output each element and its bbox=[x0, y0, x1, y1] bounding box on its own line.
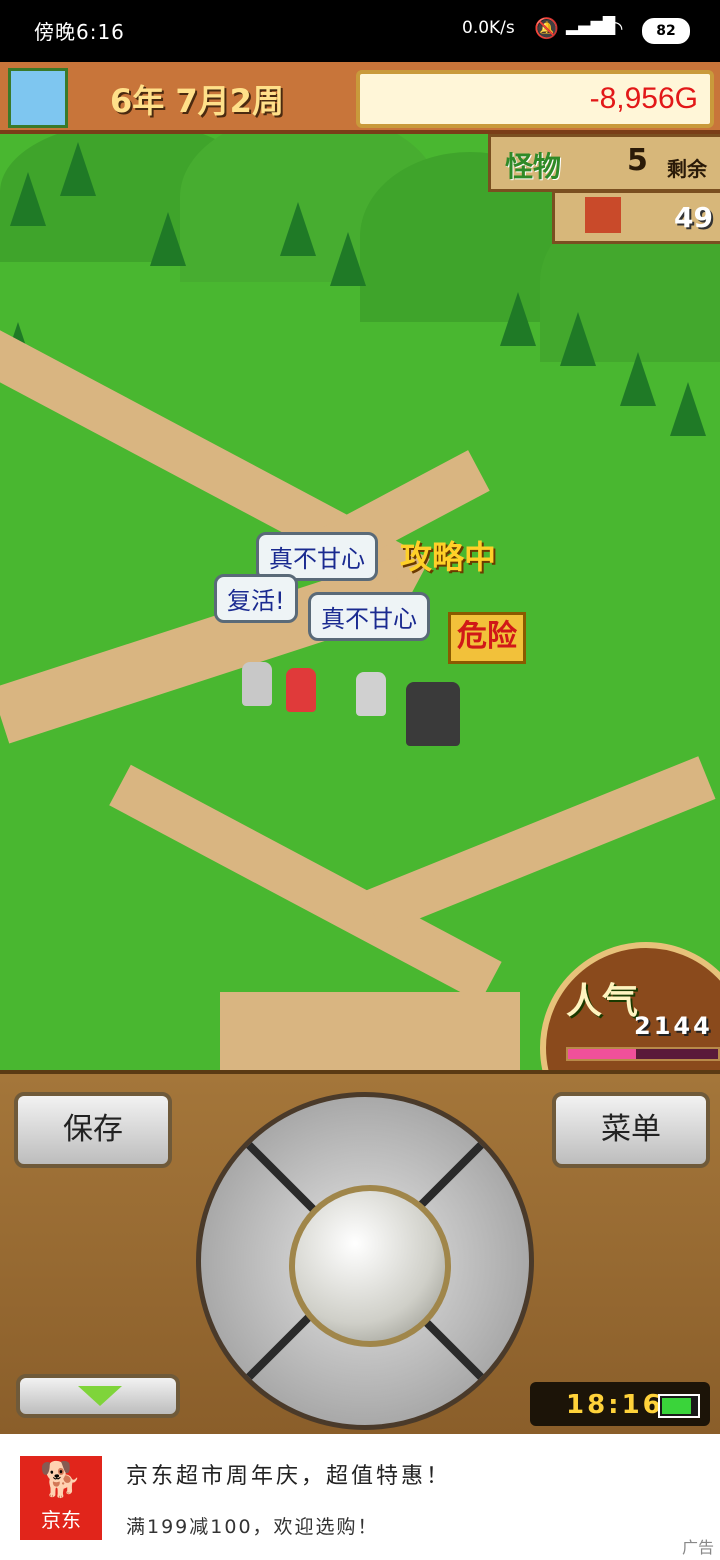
clock-panel: 18:16 bbox=[530, 1382, 710, 1426]
town-value: 49 bbox=[674, 201, 713, 234]
popularity-bar bbox=[566, 1047, 720, 1061]
adventurer-sprite bbox=[286, 668, 316, 712]
popularity-value: 2144 bbox=[634, 1012, 713, 1040]
tree bbox=[620, 352, 656, 406]
chevron-down-icon bbox=[78, 1386, 122, 1406]
town-panel: 49 bbox=[552, 190, 720, 244]
tree bbox=[150, 212, 186, 266]
monster-remaining-label: 剩余 bbox=[667, 157, 707, 181]
directional-pad[interactable] bbox=[196, 1092, 534, 1430]
ad-title: 京东超市周年庆，超值特惠！ bbox=[126, 1464, 452, 1489]
save-button[interactable]: 保存 bbox=[14, 1092, 172, 1168]
mute-icon: 🔕 bbox=[534, 16, 559, 40]
dirt-path bbox=[364, 756, 716, 934]
tree bbox=[330, 232, 366, 286]
monster-label: 怪物 bbox=[505, 150, 562, 183]
network-speed: 0.0K/s bbox=[462, 18, 515, 38]
battery-icon bbox=[658, 1394, 700, 1418]
clock-time: 18:16 bbox=[566, 1390, 664, 1420]
tree bbox=[500, 292, 536, 346]
dirt-path bbox=[220, 992, 520, 1070]
collapse-button[interactable] bbox=[16, 1374, 180, 1418]
ad-tag: 广告 bbox=[681, 1538, 714, 1557]
tree bbox=[280, 202, 316, 256]
menu-button[interactable]: 菜单 bbox=[552, 1092, 710, 1168]
wifi-icon: ◠ bbox=[606, 16, 624, 40]
capture-status: 攻略中 bbox=[400, 538, 497, 576]
popularity-bar-fill bbox=[568, 1049, 636, 1059]
speech-bubble: 真不甘心 bbox=[308, 592, 430, 641]
tree bbox=[560, 312, 596, 366]
tree bbox=[60, 142, 96, 196]
money-value: -8,956G bbox=[589, 82, 698, 115]
adventurer-sprite bbox=[356, 672, 386, 716]
tree bbox=[10, 172, 46, 226]
calendar-icon[interactable] bbox=[8, 68, 68, 128]
monster-sprite bbox=[406, 682, 460, 746]
game-date: 6年 7月2周 bbox=[110, 82, 284, 120]
money-panel: -8,956G bbox=[356, 70, 714, 128]
speech-bubble: 复活! bbox=[214, 574, 298, 623]
jd-dog-icon: 🐕 bbox=[39, 1460, 83, 1500]
ad-banner[interactable]: 🐕 京东 京东超市周年庆，超值特惠！ 满199减100，欢迎选购！ 广告 bbox=[0, 1434, 720, 1560]
status-bar: 傍晚6:16 0.0K/s 🔕 ▂▄▆█ ◠ 82 bbox=[0, 0, 720, 62]
battery-level bbox=[662, 1398, 691, 1414]
status-time: 傍晚6:16 bbox=[34, 20, 125, 44]
monster-counter: 怪物 5 剩余 bbox=[488, 134, 720, 192]
adventurer-sprite bbox=[242, 662, 272, 706]
adventurer-party[interactable] bbox=[236, 642, 480, 752]
monster-count: 5 bbox=[627, 143, 648, 178]
house-icon bbox=[585, 197, 621, 233]
ad-logo-text: 京东 bbox=[41, 1508, 81, 1532]
ad-logo[interactable]: 🐕 京东 bbox=[20, 1456, 102, 1540]
dpad-center-button[interactable] bbox=[289, 1185, 451, 1347]
ad-subtitle: 满199减100，欢迎选购！ bbox=[126, 1516, 379, 1538]
battery-indicator: 82 bbox=[642, 18, 690, 44]
top-hud-bar: 6年 7月2周 -8,956G bbox=[0, 62, 720, 134]
tree bbox=[670, 382, 706, 436]
game-map[interactable]: 6年 7月2周 -8,956G 怪物 5 剩余 49 真不甘心 复活! 真不甘心… bbox=[0, 62, 720, 1070]
popularity-label: 人气 bbox=[566, 981, 639, 1022]
control-panel: 保存 菜单 18:16 bbox=[0, 1070, 720, 1438]
